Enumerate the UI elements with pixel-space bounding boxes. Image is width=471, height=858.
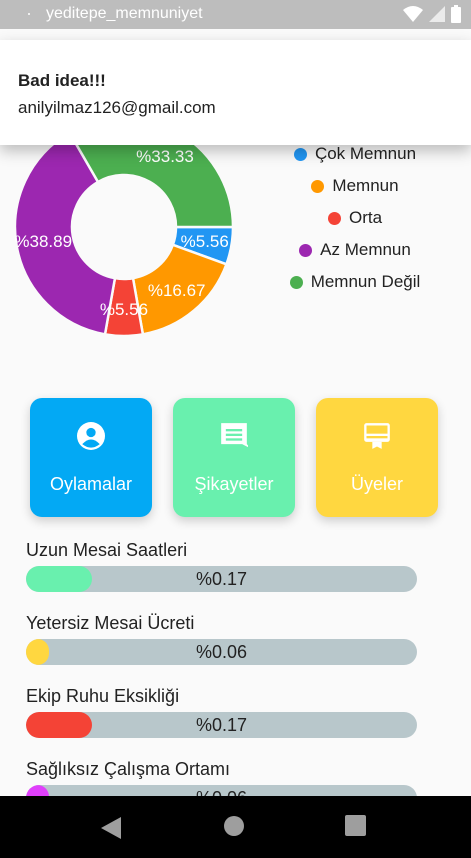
donut-label-0: %5.56 <box>181 232 229 251</box>
complaint-label: Ekip Ruhu Eksikliği <box>26 686 180 706</box>
battery-icon <box>451 5 461 23</box>
wifi-icon <box>403 6 423 22</box>
complaint-progress-bar: %0.17 <box>26 712 417 738</box>
donut-label-4: %33.33 <box>136 147 194 166</box>
legend-dot-icon <box>293 147 307 161</box>
complaint-percent: %0.17 <box>195 715 248 735</box>
notification-body: anilyilmaz126@gmail.com <box>18 98 216 117</box>
notification-banner[interactable]: Bad idea!!! anilyilmaz126@gmail.com <box>0 40 471 145</box>
legend-item: Memnun <box>260 170 450 202</box>
navigation-bar <box>0 796 471 858</box>
chart-legend: Çok Memnun Memnun Orta Az Memnun Memnun Deği… <box>260 138 450 298</box>
legend-label: Memnun Değil <box>310 272 421 291</box>
legend-label: Az Memnun <box>320 240 411 259</box>
cell-signal-icon <box>429 6 445 22</box>
home-icon[interactable] <box>224 816 244 836</box>
notification-title: Bad idea!!! <box>18 71 106 90</box>
legend-item: Memnun Değil <box>260 266 450 298</box>
legend-label: Orta <box>348 208 383 227</box>
button-label: Üyeler <box>350 474 403 494</box>
legend-dot-icon <box>289 275 303 289</box>
status-bar: yeditepe_memnuniyet <box>0 0 471 29</box>
app-title: yeditepe_memnuniyet <box>46 5 203 22</box>
donut-label-1: %16.67 <box>148 281 206 300</box>
nav-button-ikayetler[interactable]: Şikayetler <box>173 398 295 517</box>
legend-dot-icon <box>311 179 325 193</box>
legend-label: Memnun <box>332 176 399 195</box>
legend-dot-icon <box>299 243 313 257</box>
complaint-row: Uzun Mesai Saatleri %0.17 <box>26 540 417 592</box>
recents-icon[interactable] <box>345 815 366 836</box>
card-membership-icon <box>364 423 390 449</box>
complaint-percent: %0.06 <box>195 642 248 662</box>
nav-button-oylamalar[interactable]: Oylamalar <box>30 398 152 517</box>
account-circle-icon <box>77 422 105 450</box>
donut-label-2: %5.56 <box>100 300 148 319</box>
complaint-label: Sağlıksız Çalışma Ortamı <box>26 759 231 779</box>
button-label: Şikayetler <box>194 474 274 494</box>
complaint-row: Yetersiz Mesai Ücreti %0.06 <box>26 613 417 665</box>
complaint-label: Yetersiz Mesai Ücreti <box>26 613 195 633</box>
notification-dot-icon <box>28 13 30 15</box>
nav-button-yeler[interactable]: Üyeler <box>316 398 438 517</box>
back-icon[interactable] <box>101 817 121 839</box>
legend-label: Çok Memnun <box>314 144 417 163</box>
button-label: Oylamalar <box>49 474 133 494</box>
legend-item: Orta <box>260 202 450 234</box>
complaint-label: Uzun Mesai Saatleri <box>26 540 188 560</box>
complaint-progress-bar: %0.06 <box>26 639 417 665</box>
complaint-progress-bar: %0.17 <box>26 566 417 592</box>
legend-item: Az Memnun <box>260 234 450 266</box>
message-icon <box>221 423 248 448</box>
legend-dot-icon <box>327 211 341 225</box>
complaint-percent: %0.17 <box>195 569 248 589</box>
complaint-row: Ekip Ruhu Eksikliği %0.17 <box>26 686 417 738</box>
donut-label-3: %38.89 <box>14 232 72 251</box>
